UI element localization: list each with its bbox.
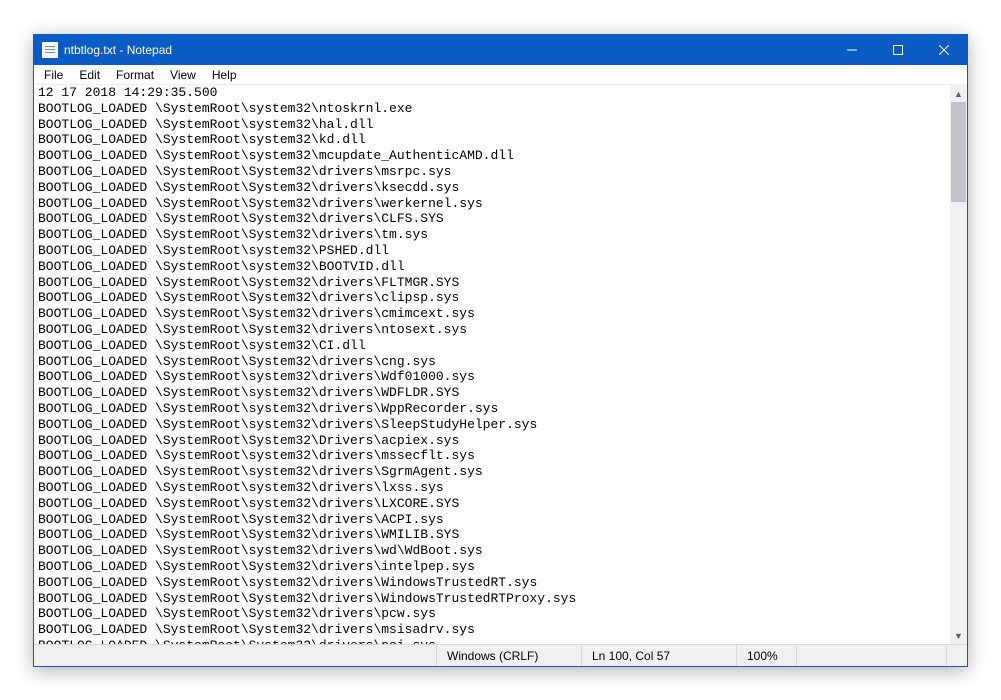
status-position: Ln 100, Col 57 (581, 645, 736, 666)
menu-edit[interactable]: Edit (71, 67, 108, 83)
status-zoom: 100% (736, 645, 796, 666)
resize-grip[interactable] (946, 645, 967, 666)
scroll-thumb[interactable] (951, 102, 966, 202)
maximize-icon (893, 45, 903, 55)
notepad-icon (42, 42, 58, 58)
statusbar: Windows (CRLF) Ln 100, Col 57 100% (34, 644, 967, 666)
status-lineending: Windows (CRLF) (436, 645, 581, 666)
menubar: File Edit Format View Help (34, 65, 967, 85)
notepad-window: ntbtlog.txt - Notepad File Edit Format V… (33, 34, 968, 667)
minimize-button[interactable] (829, 35, 875, 65)
window-title: ntbtlog.txt - Notepad (64, 43, 172, 57)
menu-format[interactable]: Format (108, 67, 162, 83)
minimize-icon (847, 45, 857, 55)
window-controls (829, 35, 967, 65)
status-spacer (34, 645, 436, 666)
text-content[interactable]: 12 17 2018 14:29:35.500 BOOTLOG_LOADED \… (34, 85, 967, 644)
maximize-button[interactable] (875, 35, 921, 65)
menu-view[interactable]: View (162, 67, 204, 83)
menu-help[interactable]: Help (204, 67, 245, 83)
close-icon (939, 45, 949, 55)
close-button[interactable] (921, 35, 967, 65)
titlebar[interactable]: ntbtlog.txt - Notepad (34, 35, 967, 65)
scroll-up-arrow-icon[interactable]: ▲ (950, 85, 967, 102)
status-encoding (796, 645, 946, 666)
scroll-down-arrow-icon[interactable]: ▼ (950, 627, 967, 644)
vertical-scrollbar[interactable]: ▲ ▼ (950, 85, 967, 644)
editor-area: 12 17 2018 14:29:35.500 BOOTLOG_LOADED \… (34, 85, 967, 644)
menu-file[interactable]: File (36, 67, 71, 83)
